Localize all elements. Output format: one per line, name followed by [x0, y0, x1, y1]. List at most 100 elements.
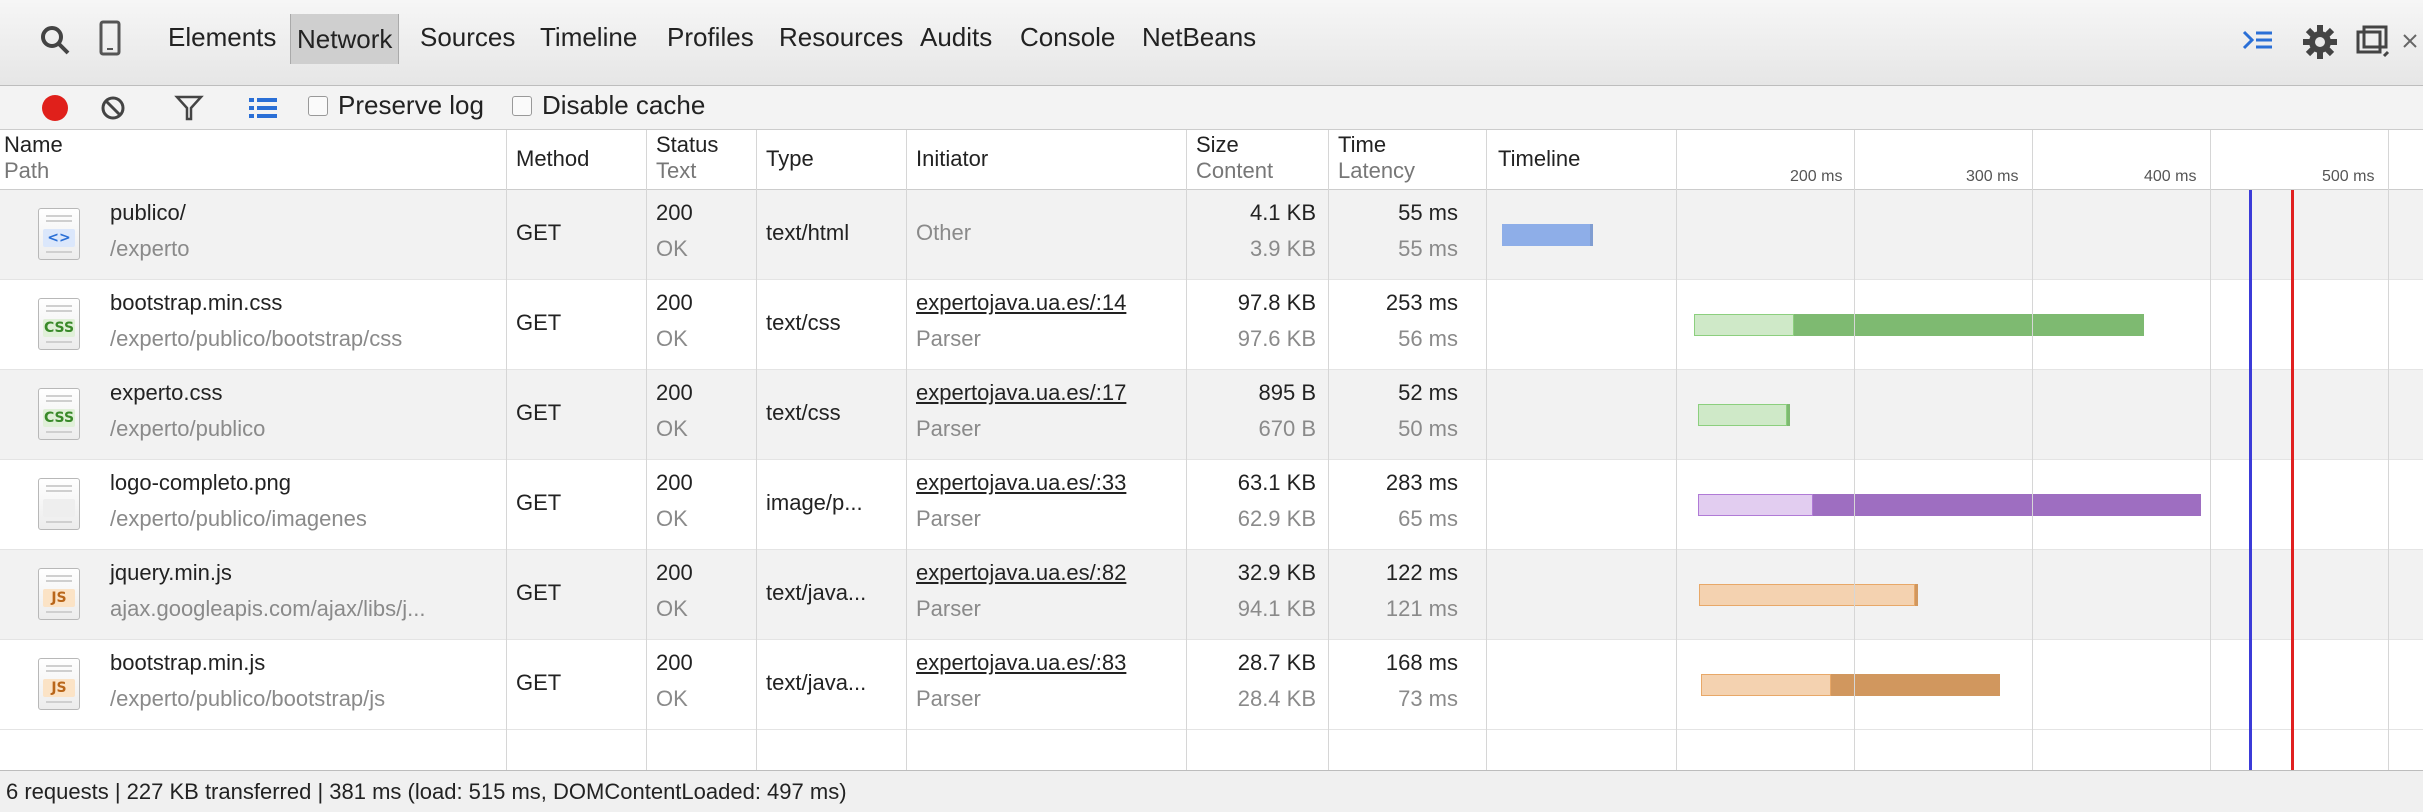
col-time-header[interactable]: Time — [1338, 132, 1386, 158]
image-file-icon — [38, 478, 80, 530]
request-type: text/css — [766, 400, 841, 425]
timeline-latency-bar — [1697, 494, 1814, 516]
request-path: /experto/publico/imagenes — [110, 506, 367, 531]
request-status-text: OK — [656, 686, 688, 711]
request-content-size: 97.6 KB — [1237, 326, 1316, 351]
tab-audits[interactable]: Audits — [920, 22, 992, 53]
close-icon[interactable] — [2400, 26, 2422, 56]
request-initiator-link[interactable]: expertojava.ua.es/:82 — [916, 560, 1126, 586]
devtools-tab-bar: Elements Network Sources Timeline Profil… — [0, 0, 2423, 86]
dock-side-icon[interactable] — [2354, 22, 2394, 62]
request-name[interactable]: bootstrap.min.css — [110, 290, 282, 316]
device-mode-icon[interactable] — [96, 18, 126, 62]
request-latency: 50 ms — [1398, 416, 1458, 441]
col-method-header[interactable]: Method — [516, 146, 589, 172]
record-icon[interactable] — [42, 95, 68, 121]
column-divider — [1186, 130, 1187, 770]
tab-profiles[interactable]: Profiles — [667, 22, 754, 53]
request-method: GET — [516, 310, 562, 335]
column-divider — [756, 130, 757, 770]
tab-netbeans[interactable]: NetBeans — [1142, 22, 1256, 53]
timeline-gridline — [1676, 130, 1677, 770]
request-time: 122 ms — [1385, 560, 1458, 585]
request-status-text: OK — [656, 506, 688, 531]
preserve-log-checkbox[interactable] — [308, 96, 328, 116]
request-status-text: OK — [656, 326, 688, 351]
request-latency: 56 ms — [1398, 326, 1458, 351]
timeline-gridline — [2210, 130, 2211, 770]
tab-sources[interactable]: Sources — [420, 22, 515, 53]
request-size: 4.1 KB — [1249, 200, 1316, 225]
request-size: 895 B — [1258, 380, 1317, 405]
tab-elements[interactable]: Elements — [168, 22, 276, 53]
request-name[interactable]: bootstrap.min.js — [110, 650, 265, 676]
timeline-latency-bar — [1694, 314, 1794, 336]
request-type: text/css — [766, 310, 841, 335]
timeline-download-bar — [1786, 404, 1791, 426]
console-drawer-icon[interactable] — [2240, 24, 2276, 60]
domcontentloaded-marker — [2248, 190, 2252, 770]
col-type-header[interactable]: Type — [766, 146, 814, 172]
column-divider — [506, 130, 507, 770]
table-row[interactable]: JS jquery.min.js ajax.googleapis.com/ajax/… — [0, 550, 2423, 640]
request-status: 200 — [656, 650, 693, 675]
request-initiator-link[interactable]: expertojava.ua.es/:83 — [916, 650, 1126, 676]
tab-timeline[interactable]: Timeline — [540, 22, 637, 53]
col-initiator-header[interactable]: Initiator — [916, 146, 988, 172]
preserve-log-label: Preserve log — [338, 90, 484, 120]
col-timeline-header[interactable]: Timeline — [1498, 146, 1580, 172]
clear-icon[interactable] — [98, 93, 128, 123]
request-name[interactable]: publico/ — [110, 200, 186, 226]
request-initiator-type: Parser — [916, 416, 981, 441]
request-size: 63.1 KB — [1237, 470, 1316, 495]
disable-cache-checkbox[interactable] — [512, 96, 532, 116]
table-row[interactable]: CSS bootstrap.min.css/experto/publico/boo… — [0, 280, 2423, 370]
timeline-gridline — [2388, 130, 2389, 770]
tab-console[interactable]: Console — [1020, 22, 1115, 53]
table-header: Name Path Method Status Text Type Initia… — [0, 130, 2423, 190]
request-path: /experto/publico/bootstrap/js — [110, 686, 386, 711]
request-size: 28.7 KB — [1237, 650, 1316, 675]
request-latency: 121 ms — [1385, 596, 1458, 621]
request-status: 200 — [656, 470, 693, 495]
table-row[interactable]: <> publico/ /experto GET 200 OK text/html Other… — [0, 190, 2423, 280]
request-type: text/html — [766, 220, 850, 245]
request-initiator-type: Parser — [916, 596, 981, 621]
table-row[interactable]: CSS experto.css/experto/publico GET 200 OK te… — [0, 370, 2423, 460]
request-content-size: 94.1 KB — [1237, 596, 1316, 621]
timeline-download-bar — [1813, 494, 2202, 516]
tab-network[interactable]: Network — [290, 14, 400, 64]
filter-icon[interactable] — [174, 93, 204, 123]
request-name[interactable]: jquery.min.js — [110, 560, 232, 586]
timeline-download-bar — [1590, 224, 1593, 246]
gear-icon[interactable] — [2300, 22, 2340, 62]
request-initiator-link[interactable]: expertojava.ua.es/:17 — [916, 380, 1126, 406]
col-path-header: Path — [4, 158, 50, 183]
column-divider — [646, 130, 647, 770]
col-latency-header: Latency — [1338, 158, 1416, 183]
timeline-tick-label: 300 ms — [1966, 168, 2019, 185]
timeline-download-bar — [1831, 674, 2001, 696]
request-time: 168 ms — [1385, 650, 1458, 675]
col-size-header[interactable]: Size — [1196, 132, 1239, 158]
request-initiator-link[interactable]: expertojava.ua.es/:33 — [916, 470, 1126, 496]
timeline-tick-label: 500 ms — [2322, 168, 2375, 185]
table-row[interactable]: logo-completo.png/experto/publico/imagen… — [0, 460, 2423, 550]
request-size: 32.9 KB — [1237, 560, 1316, 585]
request-name[interactable]: logo-completo.png — [110, 470, 291, 496]
table-row[interactable]: JS bootstrap.min.js/experto/publico/boots… — [0, 640, 2423, 730]
request-latency: 55 ms — [1398, 236, 1458, 261]
col-status-header[interactable]: Status — [656, 132, 718, 158]
search-icon[interactable] — [36, 20, 76, 60]
request-name[interactable]: experto.css — [110, 380, 223, 406]
html-file-icon: <> — [38, 208, 80, 260]
request-initiator-link[interactable]: expertojava.ua.es/:14 — [916, 290, 1126, 316]
request-method: GET — [516, 580, 562, 605]
request-status-text: OK — [656, 416, 688, 441]
request-initiator: Other — [916, 220, 972, 245]
list-view-icon[interactable] — [246, 93, 280, 123]
col-name-header[interactable]: Name — [4, 132, 63, 158]
request-status: 200 — [656, 200, 693, 225]
load-marker — [2290, 190, 2294, 770]
tab-resources[interactable]: Resources — [779, 22, 903, 53]
